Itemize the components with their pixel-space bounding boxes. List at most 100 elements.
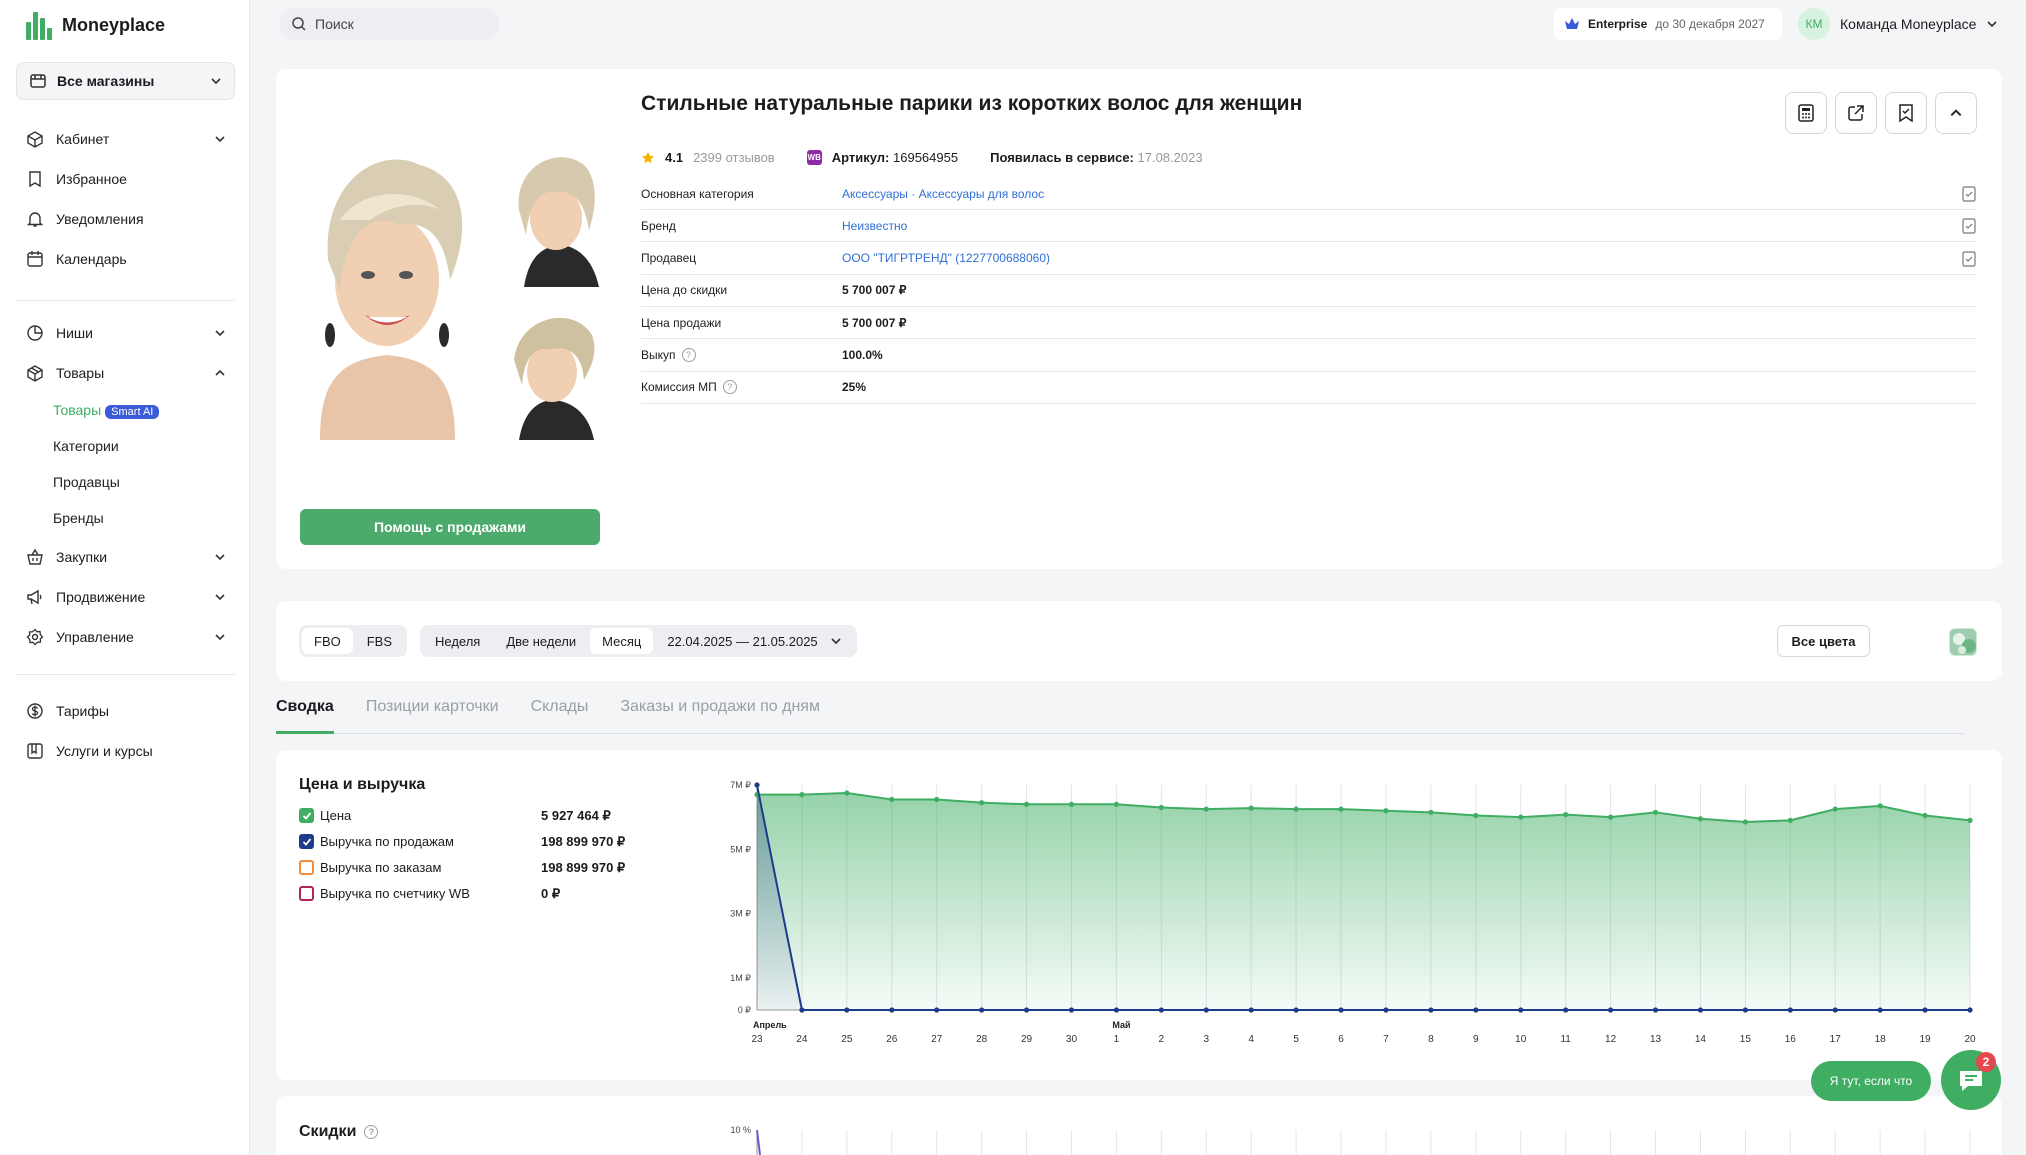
store-selector[interactable]: Все магазины bbox=[16, 62, 235, 100]
box-icon bbox=[27, 365, 43, 382]
courses-icon bbox=[27, 743, 43, 759]
add-to-favorites-button[interactable] bbox=[1885, 92, 1927, 134]
sidebar-item-pie-chart[interactable]: Ниши bbox=[26, 318, 226, 348]
prop-label: Бренд bbox=[641, 218, 676, 233]
sidebar-item-bell[interactable]: Уведомления bbox=[26, 204, 226, 234]
reviews-count[interactable]: 2399 отзывов bbox=[693, 150, 775, 165]
bookmark-icon[interactable] bbox=[1961, 186, 1977, 202]
product-photo-main[interactable] bbox=[300, 140, 475, 440]
sidebar-item-label: Избранное bbox=[56, 171, 127, 187]
y-tick-label: 0 ₽ bbox=[738, 1005, 752, 1015]
sidebar-item-calendar[interactable]: Календарь bbox=[26, 244, 226, 274]
discounts-title: Скидки bbox=[299, 1123, 357, 1140]
search-placeholder: Поиск bbox=[315, 16, 354, 32]
fbo-option[interactable]: FBO bbox=[302, 628, 353, 654]
bookmark-icon[interactable] bbox=[1961, 250, 1977, 267]
data-point bbox=[1338, 1007, 1344, 1013]
search-input[interactable]: Поиск bbox=[279, 8, 500, 40]
data-point bbox=[1787, 1007, 1793, 1013]
tab-2[interactable]: Склады bbox=[531, 698, 589, 734]
x-tick-label: 11 bbox=[1560, 1034, 1571, 1045]
color-variant-thumb[interactable] bbox=[1949, 628, 1977, 656]
sidebar-item-courses[interactable]: Услуги и курсы bbox=[26, 736, 226, 766]
tab-0[interactable]: Сводка bbox=[276, 698, 334, 734]
pie-chart-icon bbox=[27, 325, 43, 341]
collapse-button[interactable] bbox=[1935, 92, 1977, 134]
product-photo-image bbox=[300, 140, 475, 440]
team-menu[interactable]: КМ Команда Moneyplace bbox=[1798, 8, 1998, 40]
data-point bbox=[934, 1007, 940, 1013]
appeared-label: Появилась в сервисе: bbox=[990, 150, 1134, 165]
all-colors-button[interactable]: Все цвета bbox=[1777, 625, 1870, 657]
data-point bbox=[1967, 817, 1973, 823]
x-tick-label: 2 bbox=[1159, 1034, 1165, 1045]
sidebar-item-categories[interactable]: Категории bbox=[53, 438, 119, 454]
chevron-up-icon bbox=[215, 369, 225, 376]
sidebar-item-sellers[interactable]: Продавцы bbox=[53, 474, 120, 490]
x-tick-label: 24 bbox=[796, 1034, 808, 1045]
data-point bbox=[1652, 809, 1659, 815]
color-variant-image bbox=[1950, 629, 1976, 655]
star-icon bbox=[642, 151, 654, 163]
sidebar-item-goods-active[interactable]: Товары Smart AI bbox=[53, 402, 160, 419]
x-tick-label: 5 bbox=[1293, 1034, 1299, 1045]
sidebar-item-box[interactable]: Товары bbox=[26, 358, 226, 388]
help-icon[interactable]: ? bbox=[722, 380, 737, 395]
period-week[interactable]: Неделя bbox=[423, 628, 492, 654]
period-month[interactable]: Месяц bbox=[590, 628, 654, 654]
bookmark-icon[interactable] bbox=[1961, 218, 1977, 234]
prop-value[interactable]: Аксессуары · Аксессуары для волос bbox=[842, 187, 1044, 201]
sidebar-item-settings[interactable]: Управление bbox=[26, 622, 226, 652]
product-prop-row: Комиссия МП? 25% bbox=[641, 372, 1977, 404]
logo[interactable]: Moneyplace bbox=[26, 10, 165, 40]
team-name: Команда Moneyplace bbox=[1840, 16, 1977, 32]
product-photo-thumb-2[interactable] bbox=[504, 300, 599, 440]
period-switch: Неделя Две недели Месяц 22.04.2025 — 21.… bbox=[420, 625, 857, 657]
legend-item[interactable]: Цена bbox=[299, 808, 351, 823]
legend-item[interactable]: Выручка по заказам bbox=[299, 860, 441, 875]
tab-1[interactable]: Позиции карточки bbox=[366, 698, 499, 734]
chat-prompt[interactable]: Я тут, если что bbox=[1811, 1061, 1931, 1101]
sidebar-item-label: Уведомления bbox=[56, 211, 144, 227]
calculator-button[interactable] bbox=[1785, 92, 1827, 134]
chevron-up-icon bbox=[1950, 109, 1962, 116]
date-range-picker[interactable]: 22.04.2025 — 21.05.2025 bbox=[655, 628, 853, 654]
store-icon bbox=[30, 74, 46, 88]
data-point bbox=[1563, 811, 1569, 818]
checkbox[interactable] bbox=[299, 860, 314, 875]
sidebar-item-dollar[interactable]: Тарифы bbox=[26, 696, 226, 726]
checkbox[interactable] bbox=[299, 834, 314, 849]
sales-help-button[interactable]: Помощь с продажами bbox=[300, 509, 600, 545]
product-prop-row: Основная категория Аксессуары · Аксессуар… bbox=[641, 178, 1977, 210]
checkbox[interactable] bbox=[299, 886, 314, 901]
help-icon[interactable]: ? bbox=[681, 348, 696, 362]
product-photo-thumb-1[interactable] bbox=[504, 140, 599, 287]
sidebar-item-basket[interactable]: Закупки bbox=[26, 542, 226, 572]
sidebar-item-label: Закупки bbox=[56, 549, 108, 565]
check-icon bbox=[302, 811, 311, 820]
prop-value[interactable]: ООО "ТИГРТРЕНД" (1227700688060) bbox=[842, 251, 1050, 265]
sidebar-item-cube[interactable]: Кабинет bbox=[26, 124, 226, 154]
legend-item[interactable]: Выручка по продажам bbox=[299, 834, 454, 849]
data-point bbox=[1607, 814, 1614, 820]
fulfillment-switch: FBO FBS bbox=[299, 625, 408, 657]
plan-badge[interactable]: Enterprise до 30 декабря 2027 bbox=[1554, 8, 1782, 40]
open-external-button[interactable] bbox=[1835, 92, 1877, 134]
period-two-weeks[interactable]: Две недели bbox=[494, 628, 588, 654]
fbs-option[interactable]: FBS bbox=[355, 628, 404, 654]
legend-item[interactable]: Выручка по счетчику WB bbox=[299, 886, 470, 901]
data-point bbox=[1293, 806, 1299, 812]
sidebar-item-bookmark[interactable]: Избранное bbox=[26, 164, 226, 194]
sidebar-item-brands[interactable]: Бренды bbox=[53, 510, 104, 526]
prop-label-wrap: Продавец bbox=[641, 251, 842, 265]
prop-value[interactable]: Неизвестно bbox=[842, 219, 907, 233]
help-icon[interactable]: ? bbox=[364, 1125, 379, 1139]
checkbox[interactable] bbox=[299, 808, 314, 823]
y-tick-label: 1M ₽ bbox=[730, 973, 751, 983]
data-point bbox=[1293, 1007, 1299, 1013]
chevron-down-icon bbox=[831, 638, 841, 645]
article-number[interactable]: 169564955 bbox=[893, 150, 958, 165]
sidebar-item-megaphone[interactable]: Продвижение bbox=[26, 582, 226, 612]
data-point bbox=[1967, 1007, 1973, 1013]
tab-3[interactable]: Заказы и продажи по дням bbox=[620, 698, 820, 734]
